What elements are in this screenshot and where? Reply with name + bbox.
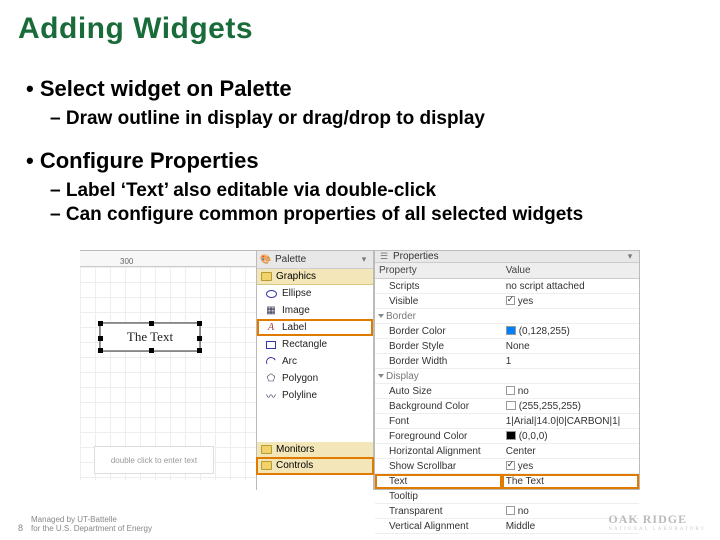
selected-label-widget[interactable]: The Text [100,323,200,351]
bullet-label-text: Label ‘Text’ also editable via double-cl… [50,180,694,202]
palette-category-monitors[interactable]: Monitors [257,442,373,458]
resize-handle[interactable] [98,336,103,341]
prop-row-scripts[interactable]: Scripts no script attached [375,279,639,294]
palette-icon: 🎨 [261,255,271,265]
slide-title: Adding Widgets [0,0,720,54]
palette-title: Palette [275,254,306,265]
prop-row-text[interactable]: Text The Text [375,474,639,489]
palette-header: 🎨 Palette ▾ [257,251,373,269]
color-swatch [506,401,516,410]
prop-row-tooltip[interactable]: Tooltip [375,489,639,504]
color-swatch [506,431,516,440]
palette-item-image[interactable]: ▦ Image [257,302,373,319]
prop-row-auto-size[interactable]: Auto Size no [375,384,639,399]
color-swatch [506,326,516,335]
prop-group-border[interactable]: Border [375,309,639,324]
palette-category-graphics[interactable]: Graphics [257,269,373,285]
widget-text: The Text [127,329,173,345]
category-label: Monitors [276,444,314,455]
palette-item-label[interactable]: A Label [257,319,373,336]
palette-item-label: Arc [282,356,297,367]
palette-category-controls[interactable]: Controls [257,458,373,474]
ellipse-icon [265,288,277,300]
ruler: 300 [80,251,256,267]
category-label: Graphics [276,271,316,282]
prop-group-display[interactable]: Display [375,369,639,384]
label-icon: A [265,322,277,334]
bullet-draw-outline: Draw outline in display or drag/drop to … [50,108,694,130]
prop-row-show-scrollbar[interactable]: Show Scrollbar yes [375,459,639,474]
checkbox-icon [506,386,515,395]
prop-row-visible[interactable]: Visible yes [375,294,639,309]
prop-row-border-style[interactable]: Border Style None [375,339,639,354]
folder-icon [261,445,272,454]
resize-handle[interactable] [197,348,202,353]
design-canvas[interactable]: 300 The Text double click to enter text [80,250,256,480]
palette-panel: 🎨 Palette ▾ Graphics Ellipse ▦ Image A L… [256,250,374,490]
prop-row-border-color[interactable]: Border Color (0,128,255) [375,324,639,339]
properties-panel: ☰ Properties ▾ Property Value Scripts no… [374,250,640,490]
properties-icon: ☰ [379,252,389,262]
prop-row-background-color[interactable]: Background Color (255,255,255) [375,399,639,414]
properties-table: Property Value Scripts no script attache… [375,263,639,534]
prop-row-horizontal-alignment[interactable]: Horizontal Alignment Center [375,444,639,459]
bullet-select-widget: Select widget on Palette [26,76,694,102]
bullet-configure-properties: Configure Properties [26,148,694,174]
polygon-icon: ⬠ [265,373,277,385]
prop-row-vertical-alignment[interactable]: Vertical Alignment Middle [375,519,639,534]
polyline-icon: 〰 [265,390,277,402]
arc-icon [265,356,277,368]
slide-footer: 8 Managed by UT-Battelle for the U.S. De… [18,515,152,534]
placeholder-widget[interactable]: double click to enter text [94,446,214,474]
resize-handle[interactable] [98,321,103,326]
prop-row-transparent[interactable]: Transparent no [375,504,639,519]
checkbox-icon [506,461,515,470]
palette-item-label: Polygon [282,373,318,384]
resize-handle[interactable] [149,348,154,353]
palette-item-rectangle[interactable]: Rectangle [257,336,373,353]
palette-item-ellipse[interactable]: Ellipse [257,285,373,302]
expand-icon [378,314,384,318]
prop-row-font[interactable]: Font 1|Arial|14.0|0|CARBON|1| [375,414,639,429]
footer-line-2: for the U.S. Department of Energy [31,524,152,534]
logo-text: OAK RIDGE [608,512,687,526]
palette-item-arc[interactable]: Arc [257,353,373,370]
resize-handle[interactable] [98,348,103,353]
palette-item-label: Ellipse [282,288,311,299]
resize-handle[interactable] [149,321,154,326]
oak-ridge-logo: OAK RIDGE NATIONAL LABORATORY [608,512,706,532]
resize-handle[interactable] [197,336,202,341]
footer-line-1: Managed by UT-Battelle [31,515,152,525]
checkbox-icon [506,506,515,515]
rectangle-icon [265,339,277,351]
palette-item-polyline[interactable]: 〰 Polyline [257,387,373,404]
folder-icon [261,272,272,281]
palette-item-label: Label [282,322,306,333]
expand-icon [378,374,384,378]
palette-item-label: Image [282,305,310,316]
ruler-tick: 300 [120,257,133,266]
image-icon: ▦ [265,305,277,317]
editor-screenshot: 300 The Text double click to enter text … [80,250,640,510]
prop-row-foreground-color[interactable]: Foreground Color (0,0,0) [375,429,639,444]
folder-icon [261,461,272,470]
properties-title: Properties [393,251,439,262]
palette-item-label: Rectangle [282,339,327,350]
properties-header: ☰ Properties ▾ [375,251,639,263]
page-number: 8 [18,523,23,534]
bullet-common-properties: Can configure common properties of all s… [50,204,694,226]
column-value: Value [502,263,639,279]
palette-item-polygon[interactable]: ⬠ Polygon [257,370,373,387]
slide-content: Select widget on Palette Draw outline in… [0,54,720,226]
checkbox-icon [506,296,515,305]
column-property: Property [375,263,502,279]
logo-subtext: NATIONAL LABORATORY [608,527,706,532]
resize-handle[interactable] [197,321,202,326]
pin-icon[interactable]: ▾ [359,255,369,265]
palette-item-label: Polyline [282,390,317,401]
prop-row-border-width[interactable]: Border Width 1 [375,354,639,369]
view-menu-icon[interactable]: ▾ [625,252,635,262]
category-label: Controls [276,460,313,471]
